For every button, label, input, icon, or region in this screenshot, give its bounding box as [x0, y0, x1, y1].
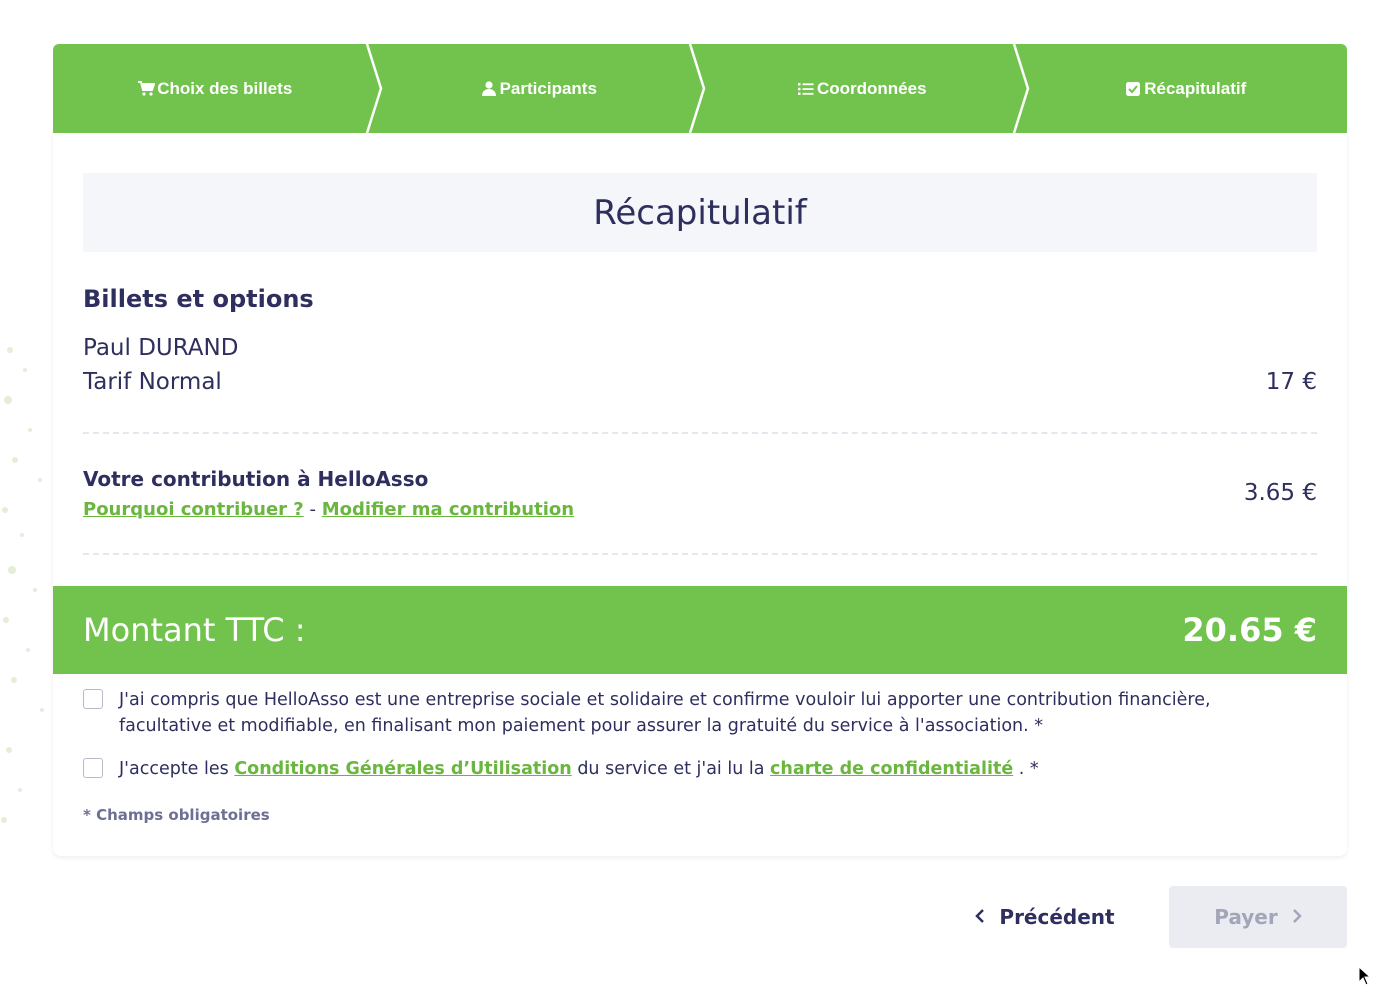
- previous-button[interactable]: Précédent: [960, 886, 1130, 948]
- modify-contribution-link[interactable]: Modifier ma contribution: [322, 499, 574, 520]
- step-recapitulatif[interactable]: Récapitulatif: [1024, 44, 1348, 133]
- privacy-link[interactable]: charte de confidentialité: [770, 759, 1013, 779]
- divider: [83, 553, 1317, 555]
- cgu-consent-checkbox[interactable]: [83, 758, 103, 778]
- chevron-left-icon: [975, 905, 985, 929]
- step-participants[interactable]: Participants: [377, 44, 706, 133]
- step-label: Coordonnées: [816, 78, 927, 98]
- pay-button[interactable]: Payer: [1169, 886, 1347, 948]
- cgu-link[interactable]: Conditions Générales d’Utilisation: [234, 759, 571, 779]
- contribution-consent-checkbox[interactable]: [83, 689, 103, 709]
- why-contribute-link[interactable]: Pourquoi contribuer ?: [83, 499, 304, 520]
- contribution-amount: 3.65 €: [1243, 480, 1317, 506]
- step-choix-des-billets[interactable]: Choix des billets: [53, 44, 382, 133]
- check-square-icon: [1124, 80, 1142, 98]
- total-bar: Montant TTC : 20.65 €: [53, 586, 1347, 674]
- divider: [83, 432, 1317, 434]
- required-fields-note: * Champs obligatoires: [83, 806, 270, 824]
- step-label: Choix des billets: [157, 78, 293, 98]
- contribution-consent-row: J'ai compris que HelloAsso est une entre…: [83, 687, 1283, 739]
- step-label: Récapitulatif: [1144, 78, 1247, 98]
- contribution-title: Votre contribution à HelloAsso: [83, 467, 429, 491]
- link-separator: -: [309, 499, 316, 520]
- participant-name: Paul DURAND: [83, 335, 239, 361]
- page-title: Récapitulatif: [83, 173, 1317, 252]
- list-icon: [797, 80, 815, 98]
- total-label: Montant TTC :: [83, 611, 306, 649]
- checkout-stepper: Choix des billets Participants Coordonné…: [53, 44, 1347, 133]
- contribution-links: Pourquoi contribuer ? - Modifier ma cont…: [83, 499, 574, 520]
- tarif-price: 17 €: [1265, 369, 1317, 395]
- summary-card: Récapitulatif Billets et options Paul DU…: [53, 133, 1347, 856]
- total-value: 20.65 €: [1182, 611, 1317, 649]
- background-decoration: [1, 347, 44, 823]
- tarif-name: Tarif Normal: [83, 369, 222, 395]
- step-separator: [1012, 44, 1029, 133]
- mouse-cursor-icon: [1358, 966, 1372, 986]
- user-icon: [480, 80, 498, 98]
- step-separator: [688, 44, 706, 133]
- step-separator: [365, 44, 382, 133]
- pay-label: Payer: [1214, 905, 1278, 929]
- step-coordonnees[interactable]: Coordonnées: [700, 44, 1029, 133]
- chevron-right-icon: [1292, 905, 1302, 929]
- cgu-suffix: . *: [1018, 759, 1039, 779]
- cgu-prefix: J'accepte les: [119, 759, 229, 779]
- step-label: Participants: [499, 78, 597, 98]
- cgu-consent-row: J'accepte les Conditions Générales d’Uti…: [83, 756, 1283, 782]
- cgu-consent-text: J'accepte les Conditions Générales d’Uti…: [119, 756, 1039, 782]
- cart-icon: [137, 80, 155, 98]
- section-title: Billets et options: [83, 285, 314, 313]
- contribution-consent-text: J'ai compris que HelloAsso est une entre…: [119, 690, 1211, 736]
- previous-label: Précédent: [999, 905, 1115, 929]
- cgu-middle: du service et j'ai lu la: [577, 759, 765, 779]
